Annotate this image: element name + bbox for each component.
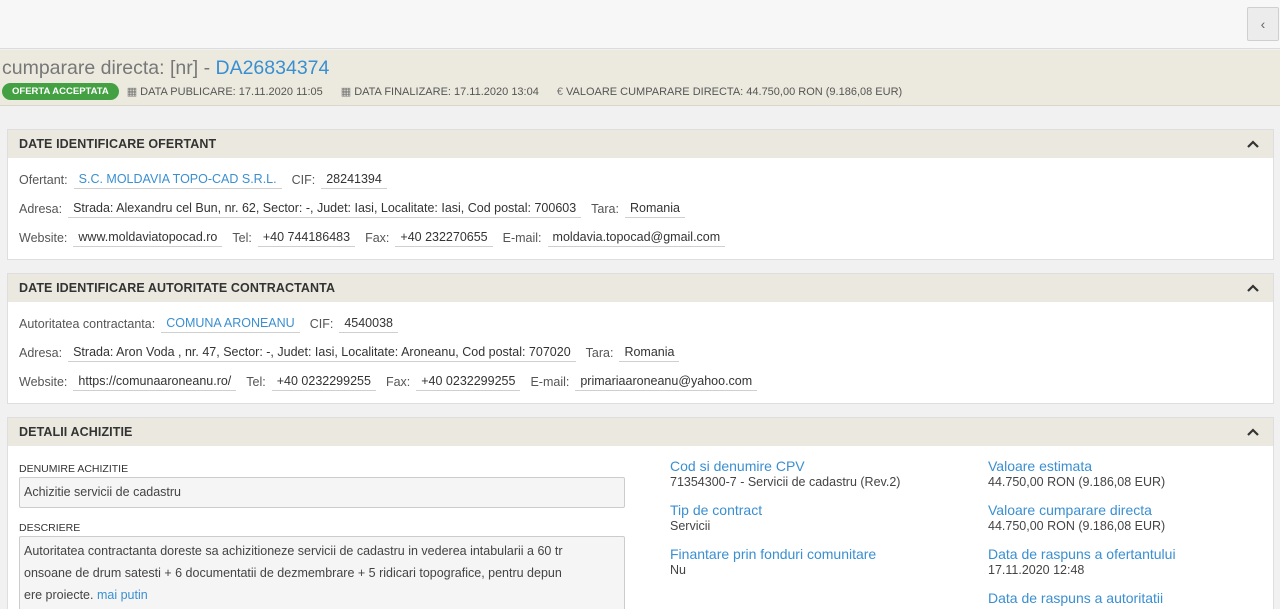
page-title: cumparare directa: [nr] - DA26834374 — [2, 57, 329, 80]
data-finalizare-text: DATA FINALIZARE: 17.11.2020 13:04 — [354, 85, 539, 98]
tip-contract-title: Tip de contract — [670, 502, 763, 518]
status-badge: OFERTA ACCEPTATA — [2, 83, 119, 100]
panel-ofertant: DATE IDENTIFICARE OFERTANT Ofertant: S.C… — [7, 129, 1274, 260]
calendar-icon: ▦ — [126, 86, 138, 98]
cpv-title: Cod si denumire CPV — [670, 458, 805, 474]
data-finalizare: ▦ DATA FINALIZARE: 17.11.2020 13:04 — [340, 85, 539, 99]
autoritate-label: Autoritatea contractanta: — [19, 317, 156, 331]
valoare-estimata-value: 44.750,00 RON (9.186,08 EUR) — [988, 475, 1166, 489]
panel-autoritate-title: DATE IDENTIFICARE AUTORITATE CONTRACTANT… — [19, 281, 336, 295]
finantare-value: Nu — [670, 563, 686, 577]
chevron-up-icon[interactable] — [1246, 426, 1260, 438]
panel-autoritate: DATE IDENTIFICARE AUTORITATE CONTRACTANT… — [7, 273, 1274, 404]
descriere-line: Autoritatea contractanta doreste sa achi… — [24, 544, 563, 558]
email-label: E-mail: — [530, 375, 570, 389]
fax-value: +40 0232299255 — [416, 373, 521, 391]
euro-icon: € — [556, 85, 563, 98]
panel-detalii: DETALII ACHIZITIE DENUMIRE ACHIZITIE Ach… — [7, 417, 1274, 609]
tara-value: Romania — [624, 200, 685, 218]
calendar-icon: ▦ — [340, 86, 352, 98]
panel-detalii-header[interactable]: DETALII ACHIZITIE — [8, 418, 1273, 446]
valoare-cumparare: € VALOARE CUMPARARE DIRECTA: 44.750,00 R… — [557, 86, 902, 98]
tip-contract-value: Servicii — [670, 519, 711, 533]
website-value: https://comunaaroneanu.ro/ — [73, 373, 237, 391]
header-band: cumparare directa: [nr] - DA26834374 OFE… — [0, 50, 1280, 106]
descriere-line: onsoane de drum satesti + 6 documentatii… — [24, 566, 562, 580]
tel-value: +40 744186483 — [257, 229, 356, 247]
email-value: moldavia.topocad@gmail.com — [547, 229, 726, 247]
email-label: E-mail: — [502, 231, 542, 245]
descriere-line-text: ere proiecte. — [24, 588, 97, 602]
adresa-value: Strada: Alexandru cel Bun, nr. 62, Secto… — [68, 200, 582, 218]
chevron-up-icon[interactable] — [1246, 138, 1260, 150]
valoare-cumparare-value: 44.750,00 RON (9.186,08 EUR) — [988, 519, 1166, 533]
meta-row: OFERTA ACCEPTATA ▦ DATA PUBLICARE: 17.11… — [2, 83, 920, 100]
website-label: Website: — [19, 231, 68, 245]
top-bar: ‹ — [0, 0, 1280, 49]
tip-contract-block: Tip de contract Servicii — [670, 502, 762, 533]
tara-label: Tara: — [591, 202, 619, 216]
valoare-cumparare-block: Valoare cumparare directa 44.750,00 RON … — [988, 502, 1165, 533]
finantare-block: Finantare prin fonduri comunitare Nu — [670, 546, 876, 577]
ofertant-row-3: Website: www.moldaviatopocad.ro Tel: +40… — [19, 229, 735, 247]
fax-value: +40 232270655 — [395, 229, 493, 247]
raspuns-autoritate-block: Data de raspuns a autoritatii — [988, 590, 1163, 607]
tara-label: Tara: — [585, 346, 614, 360]
panel-autoritate-header[interactable]: DATE IDENTIFICARE AUTORITATE CONTRACTANT… — [8, 274, 1273, 302]
ofertant-link[interactable]: S.C. MOLDAVIA TOPO-CAD S.R.L. — [73, 171, 282, 189]
valoare-cumparare-text: VALOARE CUMPARARE DIRECTA: 44.750,00 RON… — [565, 85, 903, 98]
tara-value: Romania — [619, 344, 680, 362]
denumire-field: Achizitie servicii de cadastru — [19, 477, 625, 508]
raspuns-ofertant-title: Data de raspuns a ofertantului — [988, 546, 1176, 562]
cif-value: 28241394 — [321, 171, 387, 189]
raspuns-ofertant-block: Data de raspuns a ofertantului 17.11.202… — [988, 546, 1176, 577]
descriere-line-last: ere proiecte. mai putin — [24, 584, 620, 606]
chevron-up-icon[interactable] — [1246, 282, 1260, 294]
valoare-estimata-title: Valoare estimata — [988, 458, 1093, 474]
page-title-prefix: cumparare directa: [nr] - — [2, 57, 216, 79]
cpv-block: Cod si denumire CPV 71354300-7 - Servici… — [670, 458, 900, 489]
finantare-title: Finantare prin fonduri comunitare — [670, 546, 877, 562]
mai-putin-link[interactable]: mai putin — [97, 588, 148, 602]
ofertant-row-2: Adresa: Strada: Alexandru cel Bun, nr. 6… — [19, 200, 695, 218]
adresa-value: Strada: Aron Voda , nr. 47, Sector: -, J… — [68, 344, 576, 362]
raspuns-autoritate-title: Data de raspuns a autoritatii — [988, 590, 1164, 606]
page-title-code: DA26834374 — [215, 57, 330, 79]
cif-label: CIF: — [291, 173, 316, 187]
denumire-label: DENUMIRE ACHIZITIE — [19, 463, 129, 475]
descriere-label: DESCRIERE — [19, 522, 81, 534]
valoare-cumparare-title: Valoare cumparare directa — [988, 502, 1152, 518]
tel-label: Tel: — [246, 375, 266, 389]
tel-value: +40 0232299255 — [271, 373, 376, 391]
website-value: www.moldaviatopocad.ro — [73, 229, 223, 247]
autoritate-row-3: Website: https://comunaaroneanu.ro/ Tel:… — [19, 373, 767, 391]
chevron-left-icon: ‹ — [1260, 16, 1266, 32]
tel-label: Tel: — [232, 231, 252, 245]
autoritate-link[interactable]: COMUNA ARONEANU — [161, 315, 300, 333]
ofertant-row-1: Ofertant: S.C. MOLDAVIA TOPO-CAD S.R.L. … — [19, 171, 397, 189]
fax-label: Fax: — [365, 231, 390, 245]
panel-ofertant-title: DATE IDENTIFICARE OFERTANT — [19, 137, 217, 151]
raspuns-ofertant-value: 17.11.2020 12:48 — [988, 563, 1085, 577]
ofertant-label: Ofertant: — [19, 173, 68, 187]
autoritate-row-1: Autoritatea contractanta: COMUNA ARONEAN… — [19, 315, 408, 333]
website-label: Website: — [19, 375, 68, 389]
data-publicare-text: DATA PUBLICARE: 17.11.2020 11:05 — [140, 85, 323, 98]
fax-label: Fax: — [385, 375, 411, 389]
valoare-estimata-block: Valoare estimata 44.750,00 RON (9.186,08… — [988, 458, 1165, 489]
descriere-field: Autoritatea contractanta doreste sa achi… — [19, 536, 625, 609]
adresa-label: Adresa: — [19, 202, 63, 216]
panel-detalii-title: DETALII ACHIZITIE — [19, 425, 133, 439]
autoritate-row-2: Adresa: Strada: Aron Voda , nr. 47, Sect… — [19, 344, 689, 362]
panel-ofertant-header[interactable]: DATE IDENTIFICARE OFERTANT — [8, 130, 1273, 158]
cif-label: CIF: — [309, 317, 334, 331]
back-button[interactable]: ‹ — [1247, 7, 1279, 41]
cif-value: 4540038 — [339, 315, 398, 333]
email-value: primariaaroneanu@yahoo.com — [575, 373, 758, 391]
cpv-value: 71354300-7 - Servicii de cadastru (Rev.2… — [670, 475, 901, 489]
adresa-label: Adresa: — [19, 346, 63, 360]
data-publicare: ▦ DATA PUBLICARE: 17.11.2020 11:05 — [126, 85, 323, 99]
